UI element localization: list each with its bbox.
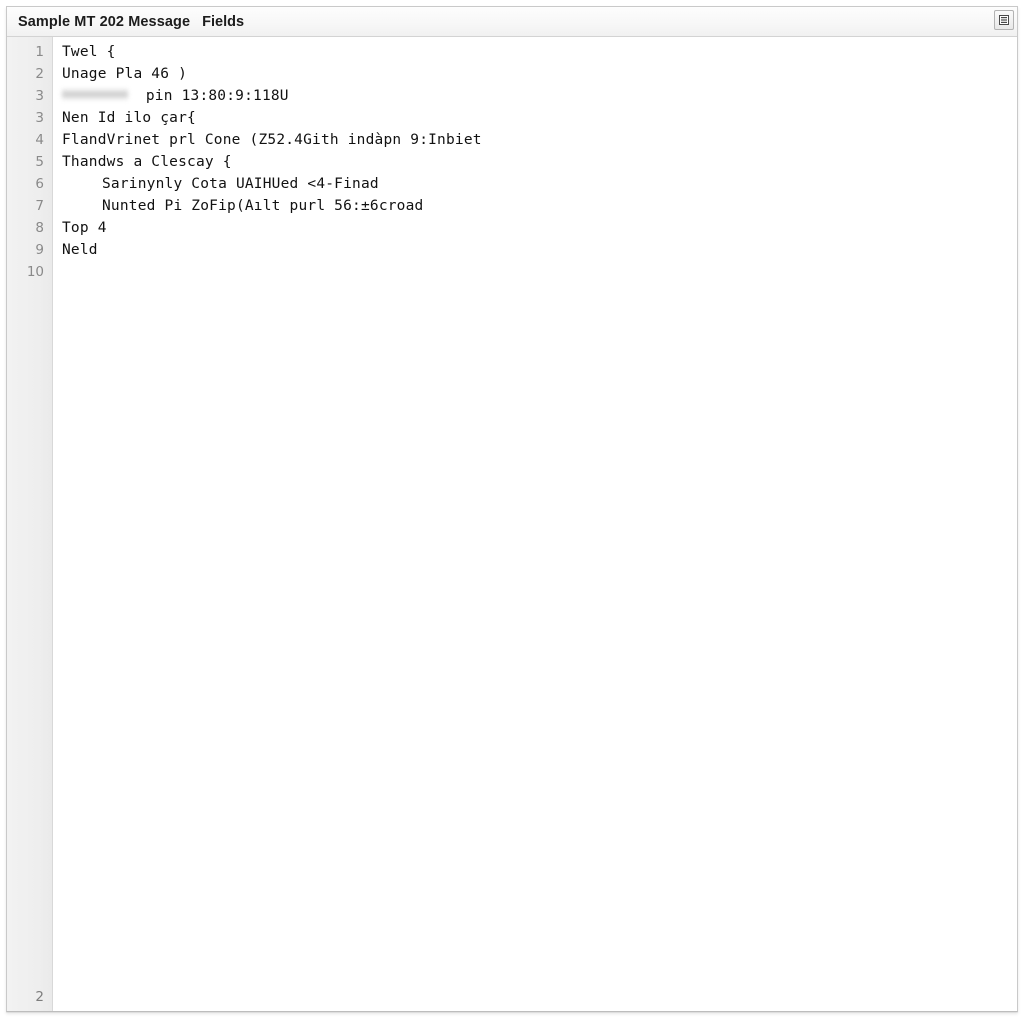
line-number-gutter: 1 2 3 3 4 5 6 7 8 9 10 2 [7,37,53,1011]
redacted-text-block [62,88,128,101]
page-title: Sample MT 202 Message [18,13,191,30]
code-line-text: Nunted Pi ZoFip(Aılt purl 56:±6croad [102,198,424,214]
code-line-text: Unage Pla 46 ) [62,66,188,82]
gutter-line-number: 3 [35,88,44,104]
gutter-line-number: 6 [35,176,44,192]
code-line-text: Twel { [62,44,116,60]
editor-window: Sample MT 202 Message Fields 12334567891… [6,6,1018,1012]
gutter-line-number: 9 [35,242,44,258]
gutter-bottom-marker: 2 [35,989,44,1005]
gutter-line-number: 8 [35,220,44,236]
window-titlebar: Sample MT 202 Message Fields [7,7,1017,37]
code-line[interactable]: Sarinynly Cota UAIHUed <4-Finad [62,173,1017,195]
code-line[interactable] [62,261,1017,283]
code-line[interactable]: Twel { [62,41,1017,63]
code-line-text: Thandws a Clescay { [62,154,232,170]
gutter-line-number: 2 [35,66,44,82]
panel-layout-icon-button[interactable] [994,10,1014,30]
code-line[interactable]: Neld [62,239,1017,261]
panel-layout-icon [998,14,1010,26]
code-line-text: FlandVrinet prl Cone (Z52.4Gith indàpn 9… [62,132,482,148]
code-editor[interactable]: 1 2 3 3 4 5 6 7 8 9 10 2 Twel { Unage Pla 46 ) pin … [7,37,1017,1011]
code-line-text: pin 13:80:9:118U [128,88,289,104]
gutter-number-list: 1 2 3 3 4 5 6 7 8 9 10 [7,41,52,283]
gutter-line-number: 1 [35,44,44,60]
code-line[interactable]: Unage Pla 46 ) [62,63,1017,85]
code-content[interactable]: Twel { Unage Pla 46 ) pin 13:80:9:118U Nen… [53,37,1017,1011]
code-line-text: Top 4 [62,220,107,236]
gutter-line-number: 7 [35,198,44,214]
code-line-text: Sarinynly Cota UAIHUed <4-Finad [102,176,379,192]
code-line[interactable]: pin 13:80:9:118U [62,85,1017,107]
gutter-line-number: 10 [26,264,44,280]
code-line[interactable]: Top 4 [62,217,1017,239]
gutter-line-number: 5 [35,154,44,170]
code-line[interactable]: FlandVrinet prl Cone (Z52.4Gith indàpn 9… [62,129,1017,151]
gutter-line-number: 3 [35,110,44,126]
code-line[interactable]: Thandws a Clescay { [62,151,1017,173]
code-line-text: Nen Id ilo çar{ [62,110,196,126]
code-line[interactable]: Nen Id ilo çar{ [62,107,1017,129]
gutter-line-number: 4 [35,132,44,148]
code-line[interactable]: Nunted Pi ZoFip(Aılt purl 56:±6croad [62,195,1017,217]
code-line-text: Neld [62,242,98,258]
page-title-subtitle: Fields [202,13,245,30]
